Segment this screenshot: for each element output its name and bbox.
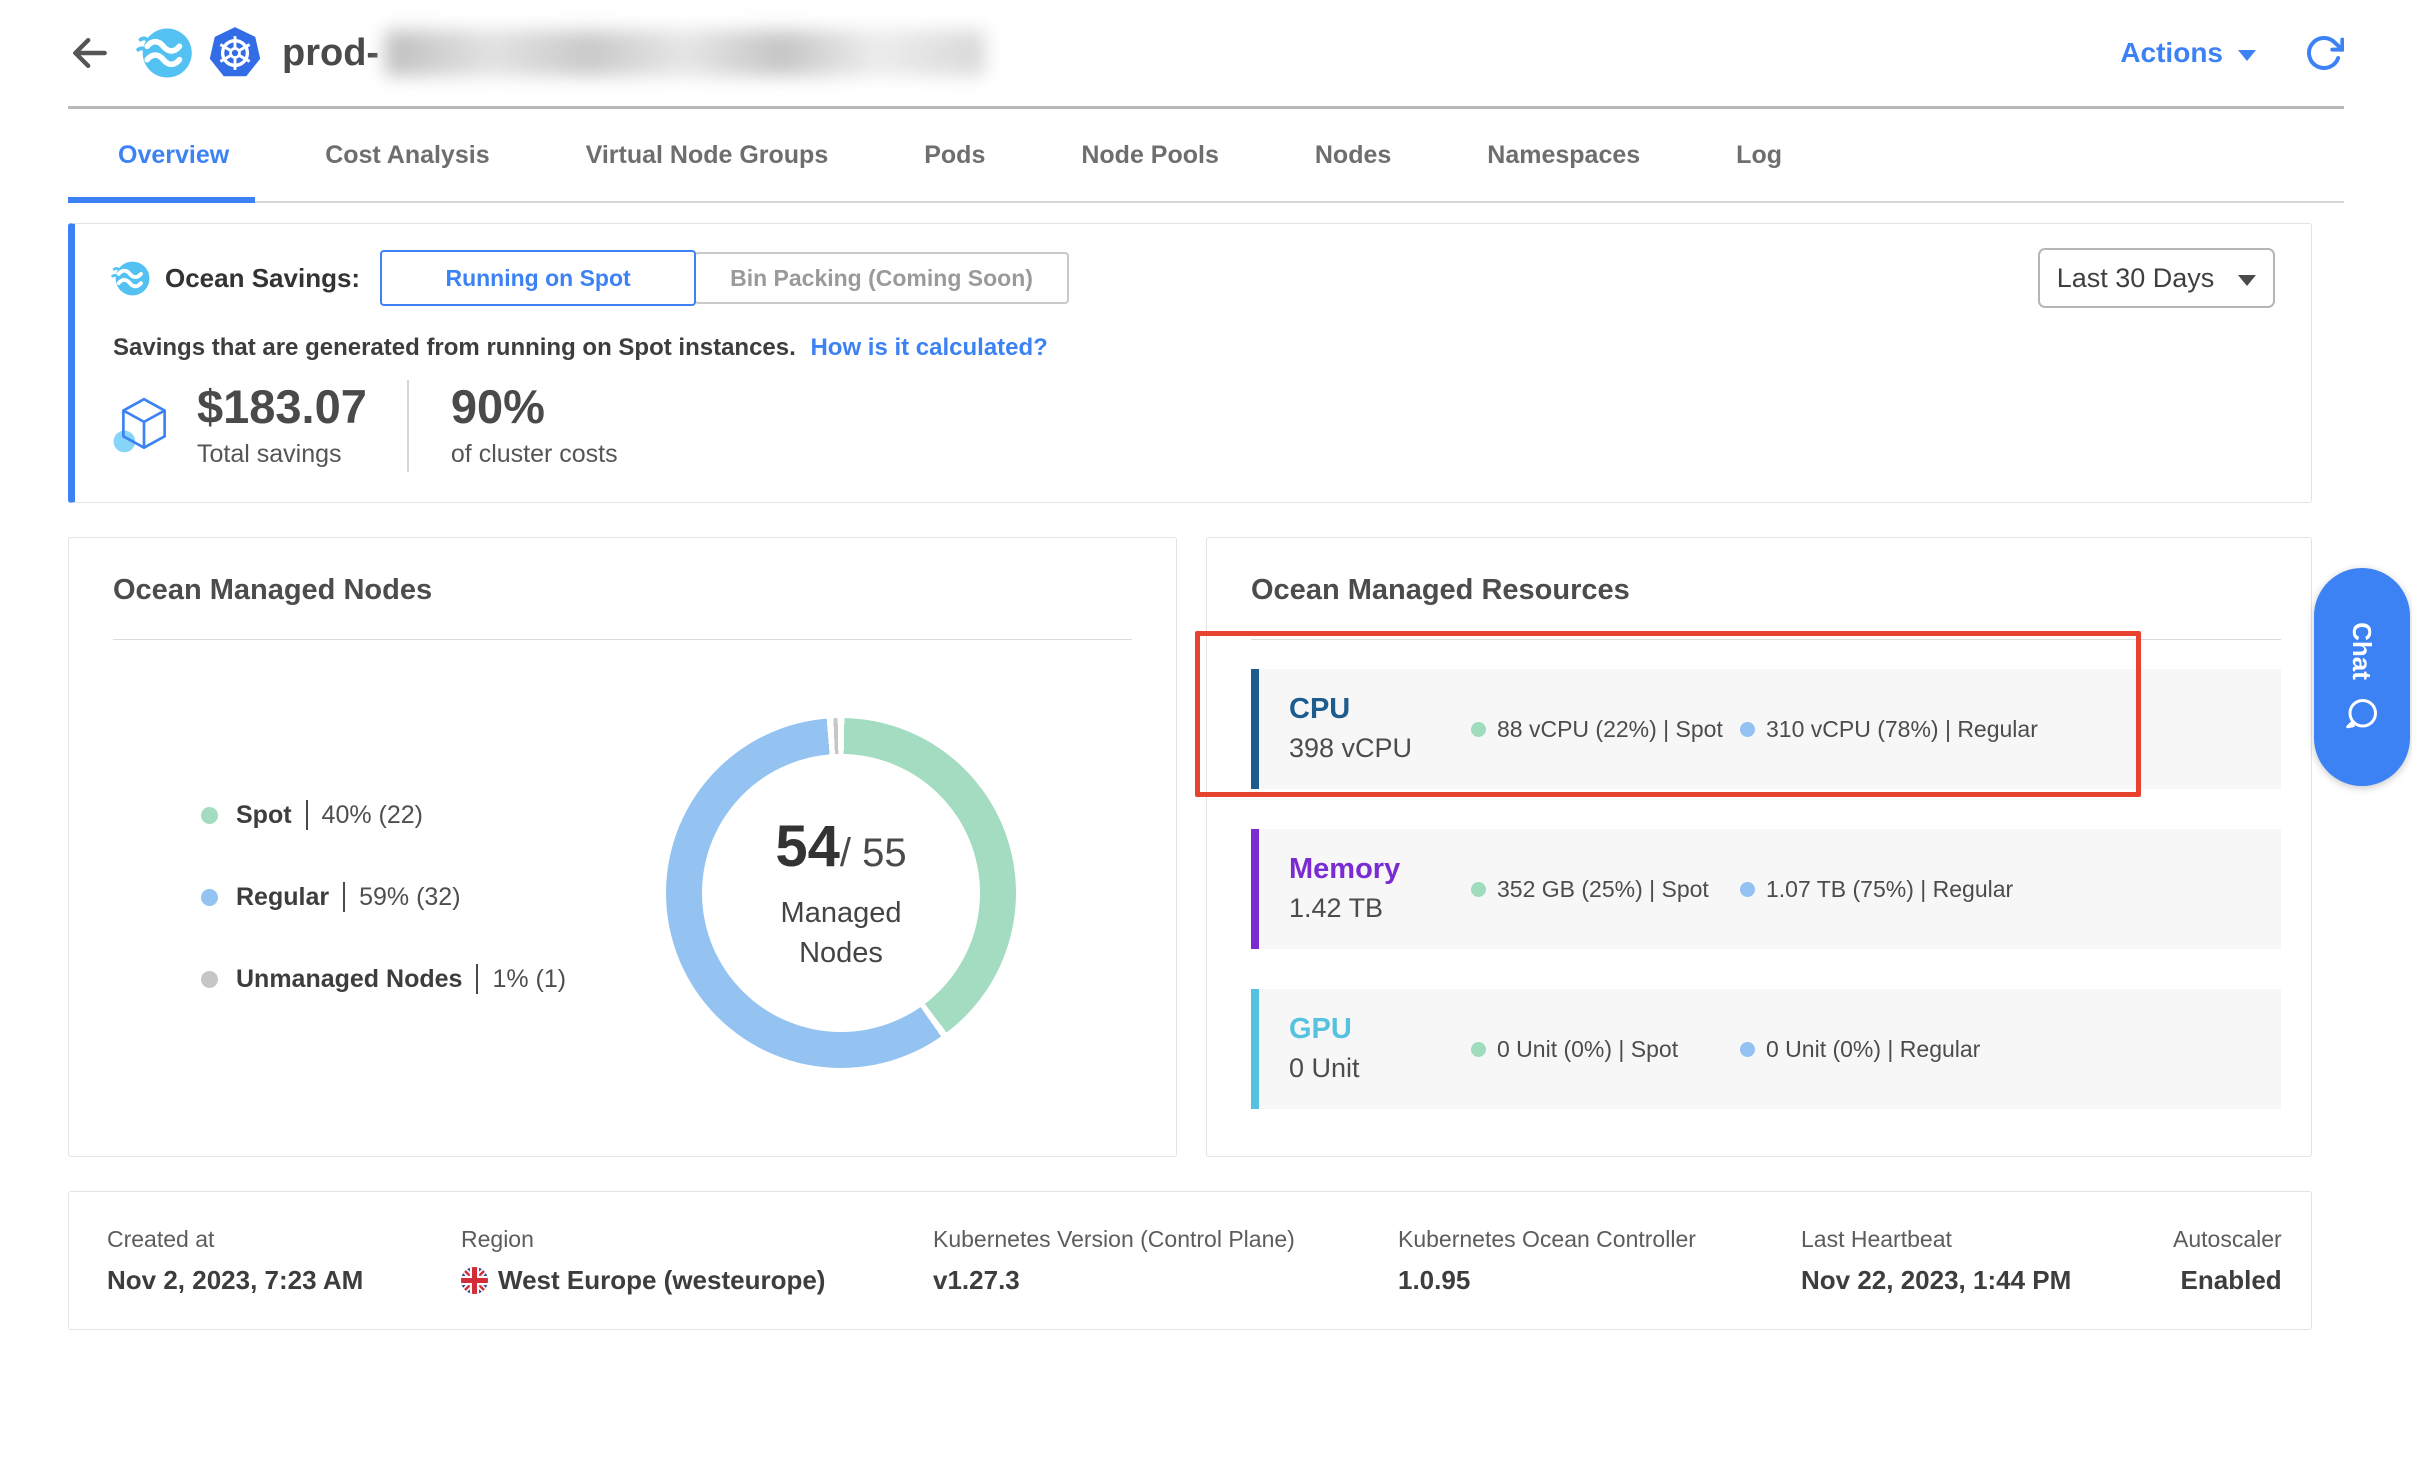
stats-divider xyxy=(407,380,409,472)
managed-nodes-donut-chart: 54/ 55 Managed Nodes xyxy=(666,718,1016,1068)
spot-legend-dot xyxy=(201,807,218,824)
how-calculated-link[interactable]: How is it calculated? xyxy=(810,334,1047,361)
savings-cube-icon xyxy=(111,393,177,459)
managed-nodes-center-label: Managed Nodes xyxy=(746,894,936,972)
savings-mode-toggle: Running on Spot Bin Packing (Coming Soon… xyxy=(380,250,1069,306)
spot-dot-icon xyxy=(1471,882,1486,897)
main-cards: Ocean Managed Nodes Spot 40% (22) Regula… xyxy=(68,537,2312,1157)
tab-log[interactable]: Log xyxy=(1710,109,1808,201)
memory-total: 1.42 TB xyxy=(1289,893,1471,924)
resource-row-gpu: GPU 0 Unit 0 Unit (0%) | Spot 0 Unit (0%… xyxy=(1251,989,2281,1109)
arrow-left-icon xyxy=(68,31,112,75)
donut-center: 54/ 55 Managed Nodes xyxy=(666,718,1016,1068)
managed-nodes-title: Ocean Managed Nodes xyxy=(113,574,1132,607)
gpu-total: 0 Unit xyxy=(1289,1053,1471,1084)
legend-item-unmanaged: Unmanaged Nodes 1% (1) xyxy=(201,964,566,994)
ocean-managed-resources-card: Ocean Managed Resources CPU 398 vCPU 88 … xyxy=(1206,537,2312,1157)
regular-dot-icon xyxy=(1740,1042,1755,1057)
refresh-button[interactable] xyxy=(2304,33,2344,73)
regular-dot-icon xyxy=(1740,882,1755,897)
tab-nodes[interactable]: Nodes xyxy=(1289,109,1417,201)
cpu-spot-value: 88 vCPU (22%) | Spot xyxy=(1497,716,1723,743)
unmanaged-legend-dot xyxy=(201,971,218,988)
meta-kubernetes-version: Kubernetes Version (Control Plane) v1.27… xyxy=(933,1226,1398,1296)
period-dropdown[interactable]: Last 30 Days xyxy=(2038,248,2275,308)
legend-item-regular: Regular 59% (32) xyxy=(201,882,566,912)
managed-nodes-total: / 55 xyxy=(840,831,907,875)
chat-bubble-icon xyxy=(2344,696,2380,732)
meta-last-heartbeat: Last Heartbeat Nov 22, 2023, 1:44 PM xyxy=(1801,1226,2173,1296)
savings-description: Savings that are generated from running … xyxy=(113,334,796,361)
ocean-managed-nodes-card: Ocean Managed Nodes Spot 40% (22) Regula… xyxy=(68,537,1177,1157)
card-divider xyxy=(1251,639,2281,640)
chat-button[interactable]: Chat xyxy=(2314,568,2410,786)
tab-virtual-node-groups[interactable]: Virtual Node Groups xyxy=(560,109,855,201)
cluster-title: prod- xyxy=(282,32,379,75)
spot-dot-icon xyxy=(1471,1042,1486,1057)
chevron-down-icon xyxy=(2238,275,2256,286)
spot-dot-icon xyxy=(1471,722,1486,737)
tab-node-pools[interactable]: Node Pools xyxy=(1055,109,1245,201)
ocean-savings-icon xyxy=(111,260,151,297)
kubernetes-logo-icon xyxy=(208,26,262,80)
running-on-spot-toggle[interactable]: Running on Spot xyxy=(380,250,696,306)
back-button[interactable] xyxy=(68,31,112,75)
tab-cost-analysis[interactable]: Cost Analysis xyxy=(299,109,515,201)
uk-flag-icon xyxy=(461,1267,488,1294)
bin-packing-toggle[interactable]: Bin Packing (Coming Soon) xyxy=(694,252,1069,304)
cluster-name-redacted xyxy=(385,30,985,76)
period-dropdown-value: Last 30 Days xyxy=(2057,263,2215,294)
chevron-down-icon xyxy=(2238,50,2256,61)
managed-nodes-count: 54 xyxy=(775,814,840,879)
cluster-meta-bar: Created at Nov 2, 2023, 7:23 AM Region W… xyxy=(68,1191,2312,1330)
gpu-label: GPU xyxy=(1289,1014,1471,1046)
tab-namespaces[interactable]: Namespaces xyxy=(1461,109,1666,201)
meta-created-at: Created at Nov 2, 2023, 7:23 AM xyxy=(107,1226,461,1296)
meta-ocean-controller: Kubernetes Ocean Controller 1.0.95 xyxy=(1398,1226,1801,1296)
chat-label: Chat xyxy=(2347,622,2378,680)
resource-row-cpu: CPU 398 vCPU 88 vCPU (22%) | Spot 310 vC… xyxy=(1251,669,2281,789)
cpu-label: CPU xyxy=(1289,694,1471,726)
meta-autoscaler: Autoscaler Enabled xyxy=(2173,1226,2282,1296)
ocean-savings-banner: Ocean Savings: Running on Spot Bin Packi… xyxy=(68,223,2312,503)
tab-pods[interactable]: Pods xyxy=(898,109,1011,201)
refresh-icon xyxy=(2304,33,2344,73)
memory-regular-value: 1.07 TB (75%) | Regular xyxy=(1766,876,2013,903)
regular-legend-dot xyxy=(201,889,218,906)
gpu-spot-value: 0 Unit (0%) | Spot xyxy=(1497,1036,1678,1063)
gpu-regular-value: 0 Unit (0%) | Regular xyxy=(1766,1036,1980,1063)
tab-overview[interactable]: Overview xyxy=(68,109,255,201)
cluster-cost-percent-label: of cluster costs xyxy=(451,440,618,469)
app-header: prod- Actions xyxy=(0,0,2412,106)
resource-row-memory: Memory 1.42 TB 352 GB (25%) | Spot 1.07 … xyxy=(1251,829,2281,949)
meta-region: Region West Europe (westeurope) xyxy=(461,1226,933,1296)
cpu-total: 398 vCPU xyxy=(1289,733,1471,764)
actions-label: Actions xyxy=(2120,37,2223,69)
actions-menu[interactable]: Actions xyxy=(2120,37,2256,69)
total-savings-label: Total savings xyxy=(197,440,367,469)
ocean-savings-label: Ocean Savings: xyxy=(165,263,360,294)
cluster-cost-percent-value: 90% xyxy=(451,383,618,430)
donut-legend: Spot 40% (22) Regular 59% (32) Unmanaged… xyxy=(201,800,566,1068)
memory-label: Memory xyxy=(1289,854,1471,886)
legend-item-spot: Spot 40% (22) xyxy=(201,800,566,830)
tab-bar: Overview Cost Analysis Virtual Node Grou… xyxy=(68,109,2344,203)
managed-resources-title: Ocean Managed Resources xyxy=(1251,574,2281,607)
memory-spot-value: 352 GB (25%) | Spot xyxy=(1497,876,1709,903)
regular-dot-icon xyxy=(1740,722,1755,737)
ocean-logo-icon xyxy=(136,26,194,80)
cpu-regular-value: 310 vCPU (78%) | Regular xyxy=(1766,716,2038,743)
total-savings-value: $183.07 xyxy=(197,383,367,430)
